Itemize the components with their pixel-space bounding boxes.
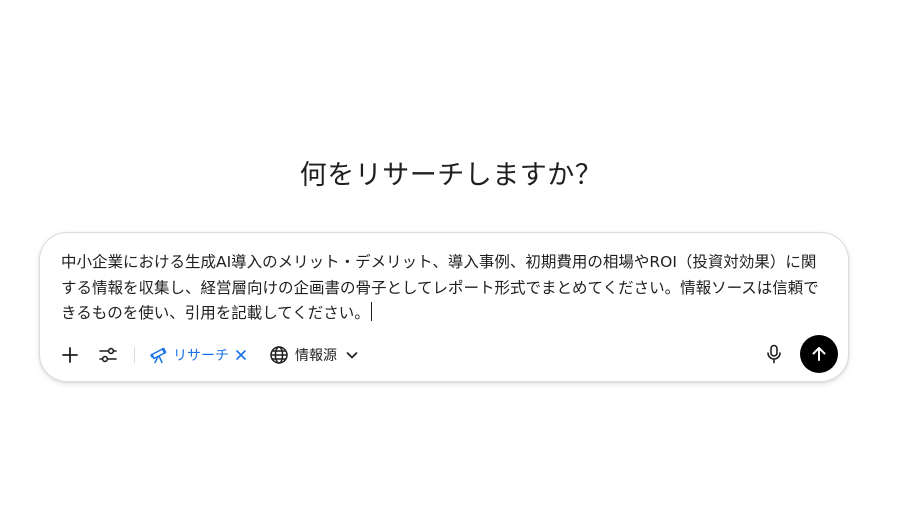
text-caret	[370, 302, 373, 321]
composer-toolbar: リサーチ 情報源	[54, 337, 365, 373]
research-chip-label: リサーチ	[173, 348, 229, 364]
sources-dropdown[interactable]: 情報源	[263, 339, 365, 371]
page: 何をリサーチしますか？ 中小企業における生成AI導入のメリット・デメリット、導入…	[0, 0, 902, 512]
research-chip[interactable]: リサーチ	[143, 339, 253, 371]
chevron-down-icon	[346, 352, 358, 359]
sliders-icon	[99, 347, 117, 363]
add-button[interactable]	[54, 339, 86, 371]
close-icon[interactable]	[235, 349, 247, 361]
prompt-composer: 中小企業における生成AI導入のメリット・デメリット、導入事例、初期費用の相場やR…	[39, 232, 849, 382]
globe-icon	[270, 346, 288, 364]
microphone-icon	[767, 344, 781, 364]
plus-icon	[62, 347, 78, 363]
page-title: 何をリサーチしますか？	[299, 160, 603, 191]
send-button[interactable]	[800, 335, 838, 373]
microphone-button[interactable]	[756, 336, 792, 372]
arrow-up-icon	[812, 347, 826, 361]
toolbar-divider	[134, 347, 135, 363]
composer-actions	[756, 335, 838, 373]
prompt-input[interactable]: 中小企業における生成AI導入のメリット・デメリット、導入事例、初期費用の相場やR…	[61, 250, 831, 327]
telescope-icon	[150, 347, 167, 364]
prompt-text: 中小企業における生成AI導入のメリット・デメリット、導入事例、初期費用の相場やR…	[61, 253, 819, 322]
tools-button[interactable]	[92, 339, 124, 371]
sources-label: 情報源	[295, 348, 337, 364]
